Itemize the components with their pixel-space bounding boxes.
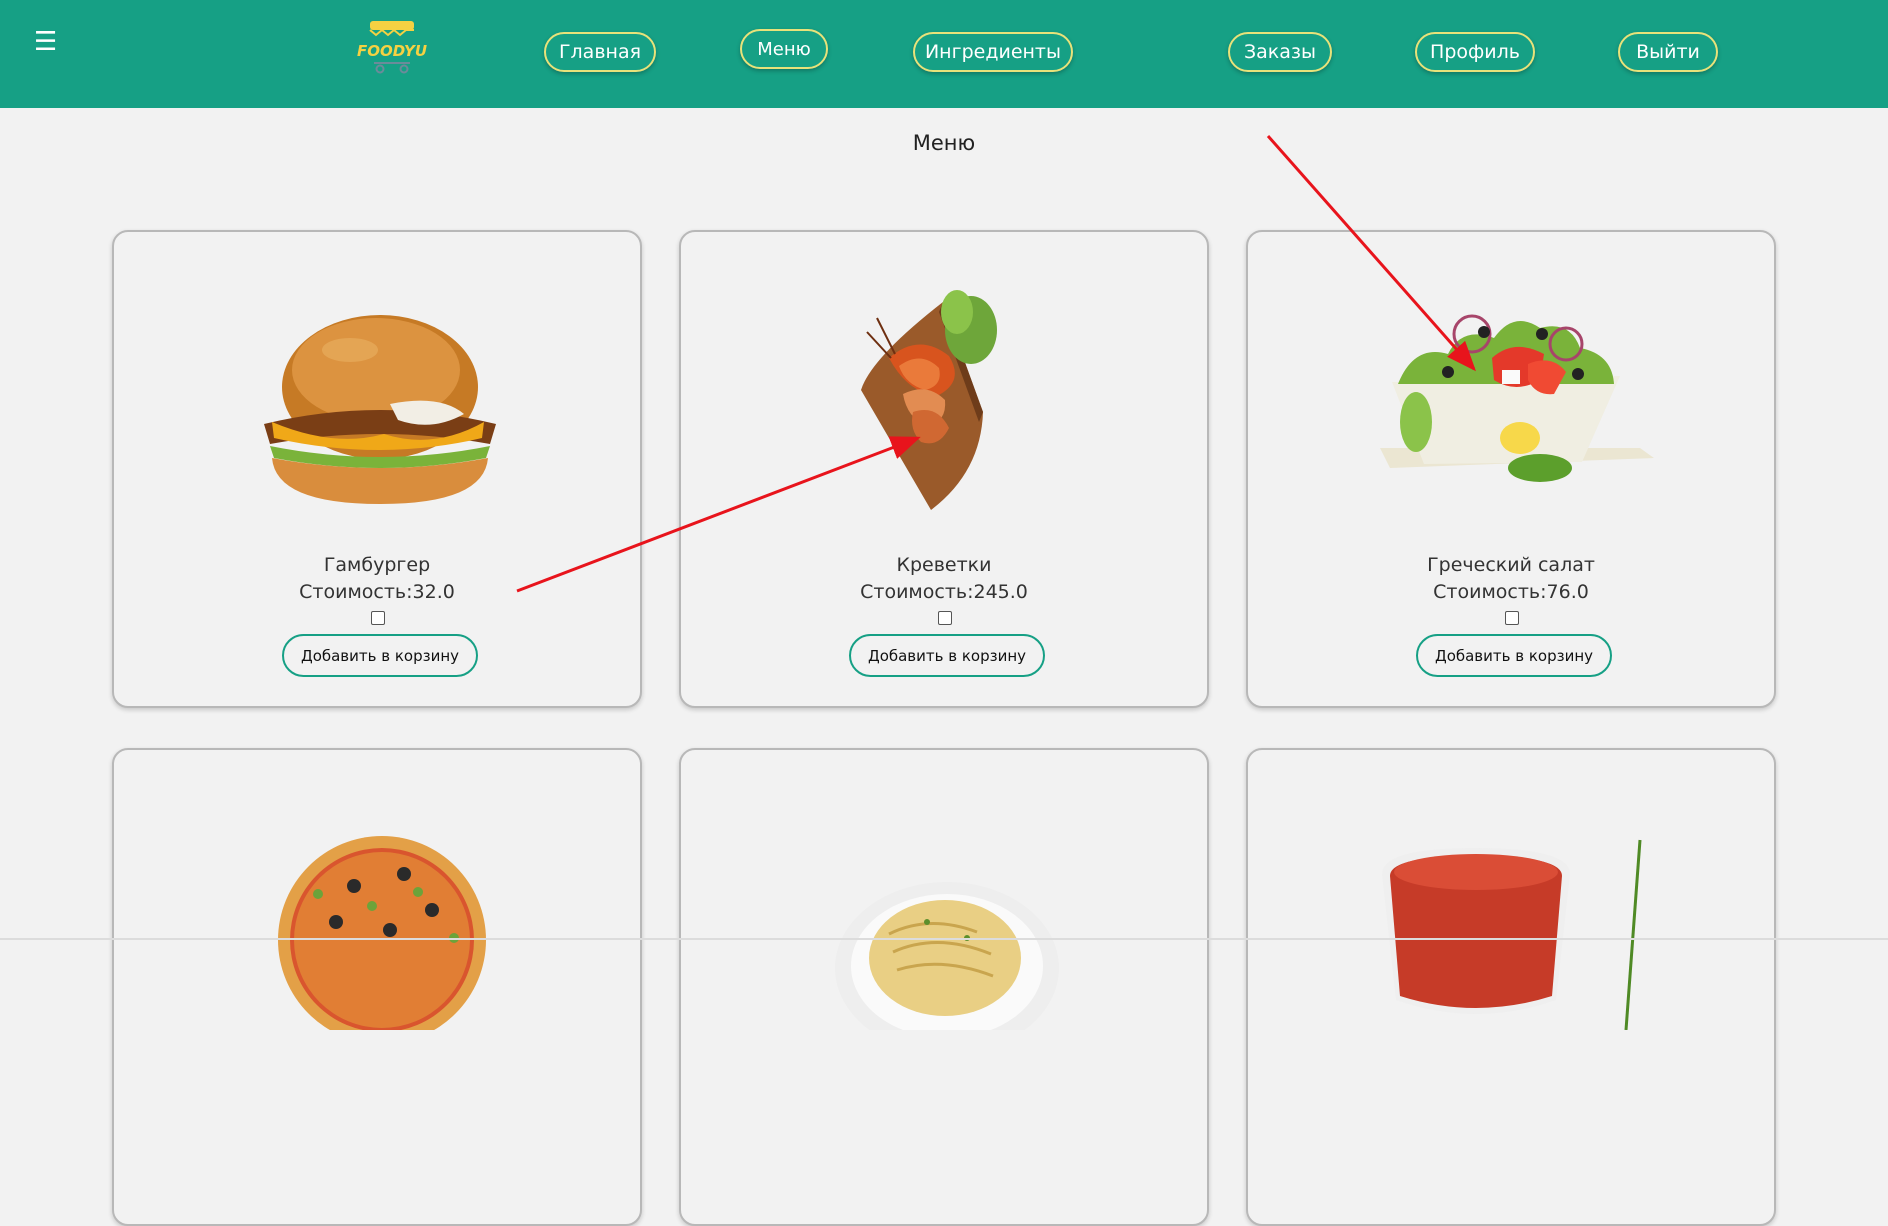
hamburger-menu-icon[interactable]: ☰ xyxy=(34,24,57,60)
nav-home-button[interactable]: Главная xyxy=(544,32,656,72)
pasta-image xyxy=(835,882,1059,1030)
top-navbar: ☰ FOODYU Главная Меню Ингредиенты Заказы… xyxy=(0,0,1888,108)
foodyu-logo[interactable]: FOODYU xyxy=(356,18,428,76)
menu-item-name: Греческий салат xyxy=(1427,554,1595,576)
menu-item-price: Стоимость:245.0 xyxy=(860,581,1028,603)
nav-logout-button[interactable]: Выйти xyxy=(1618,32,1718,72)
menu-item-price: Стоимость:32.0 xyxy=(299,581,455,603)
pizza-image xyxy=(278,836,486,1030)
nav-profile-button[interactable]: Профиль xyxy=(1415,32,1535,72)
menu-item-card xyxy=(1246,748,1776,1226)
logo-text: FOODYU xyxy=(357,42,427,60)
page-title: Меню xyxy=(912,131,976,155)
menu-item-card: Гамбургер Стоимость:32.0 Добавить в корз… xyxy=(112,230,642,708)
menu-item-checkbox[interactable] xyxy=(1505,611,1519,625)
menu-item-checkbox[interactable] xyxy=(371,611,385,625)
add-to-cart-button[interactable]: Добавить в корзину xyxy=(1416,634,1612,677)
tomato-soup-image xyxy=(1382,839,1642,1030)
hamburger-image xyxy=(264,315,496,504)
menu-item-card: Креветки Стоимость:245.0 Добавить в корз… xyxy=(679,230,1209,708)
nav-orders-button[interactable]: Заказы xyxy=(1228,32,1332,72)
menu-item-card xyxy=(679,748,1209,1226)
menu-item-name: Гамбургер xyxy=(323,554,431,576)
nav-menu-button[interactable]: Меню xyxy=(740,29,828,69)
menu-item-card xyxy=(112,748,642,1226)
nav-ingredients-button[interactable]: Ингредиенты xyxy=(913,32,1073,72)
add-to-cart-button[interactable]: Добавить в корзину xyxy=(282,634,478,677)
add-to-cart-button[interactable]: Добавить в корзину xyxy=(849,634,1045,677)
shrimp-image xyxy=(861,290,997,510)
menu-item-checkbox[interactable] xyxy=(938,611,952,625)
greek-salad-image xyxy=(1380,314,1654,482)
menu-item-name: Креветки xyxy=(896,554,992,576)
menu-item-price: Стоимость:76.0 xyxy=(1433,581,1589,603)
menu-item-card: Греческий салат Стоимость:76.0 Добавить … xyxy=(1246,230,1776,708)
